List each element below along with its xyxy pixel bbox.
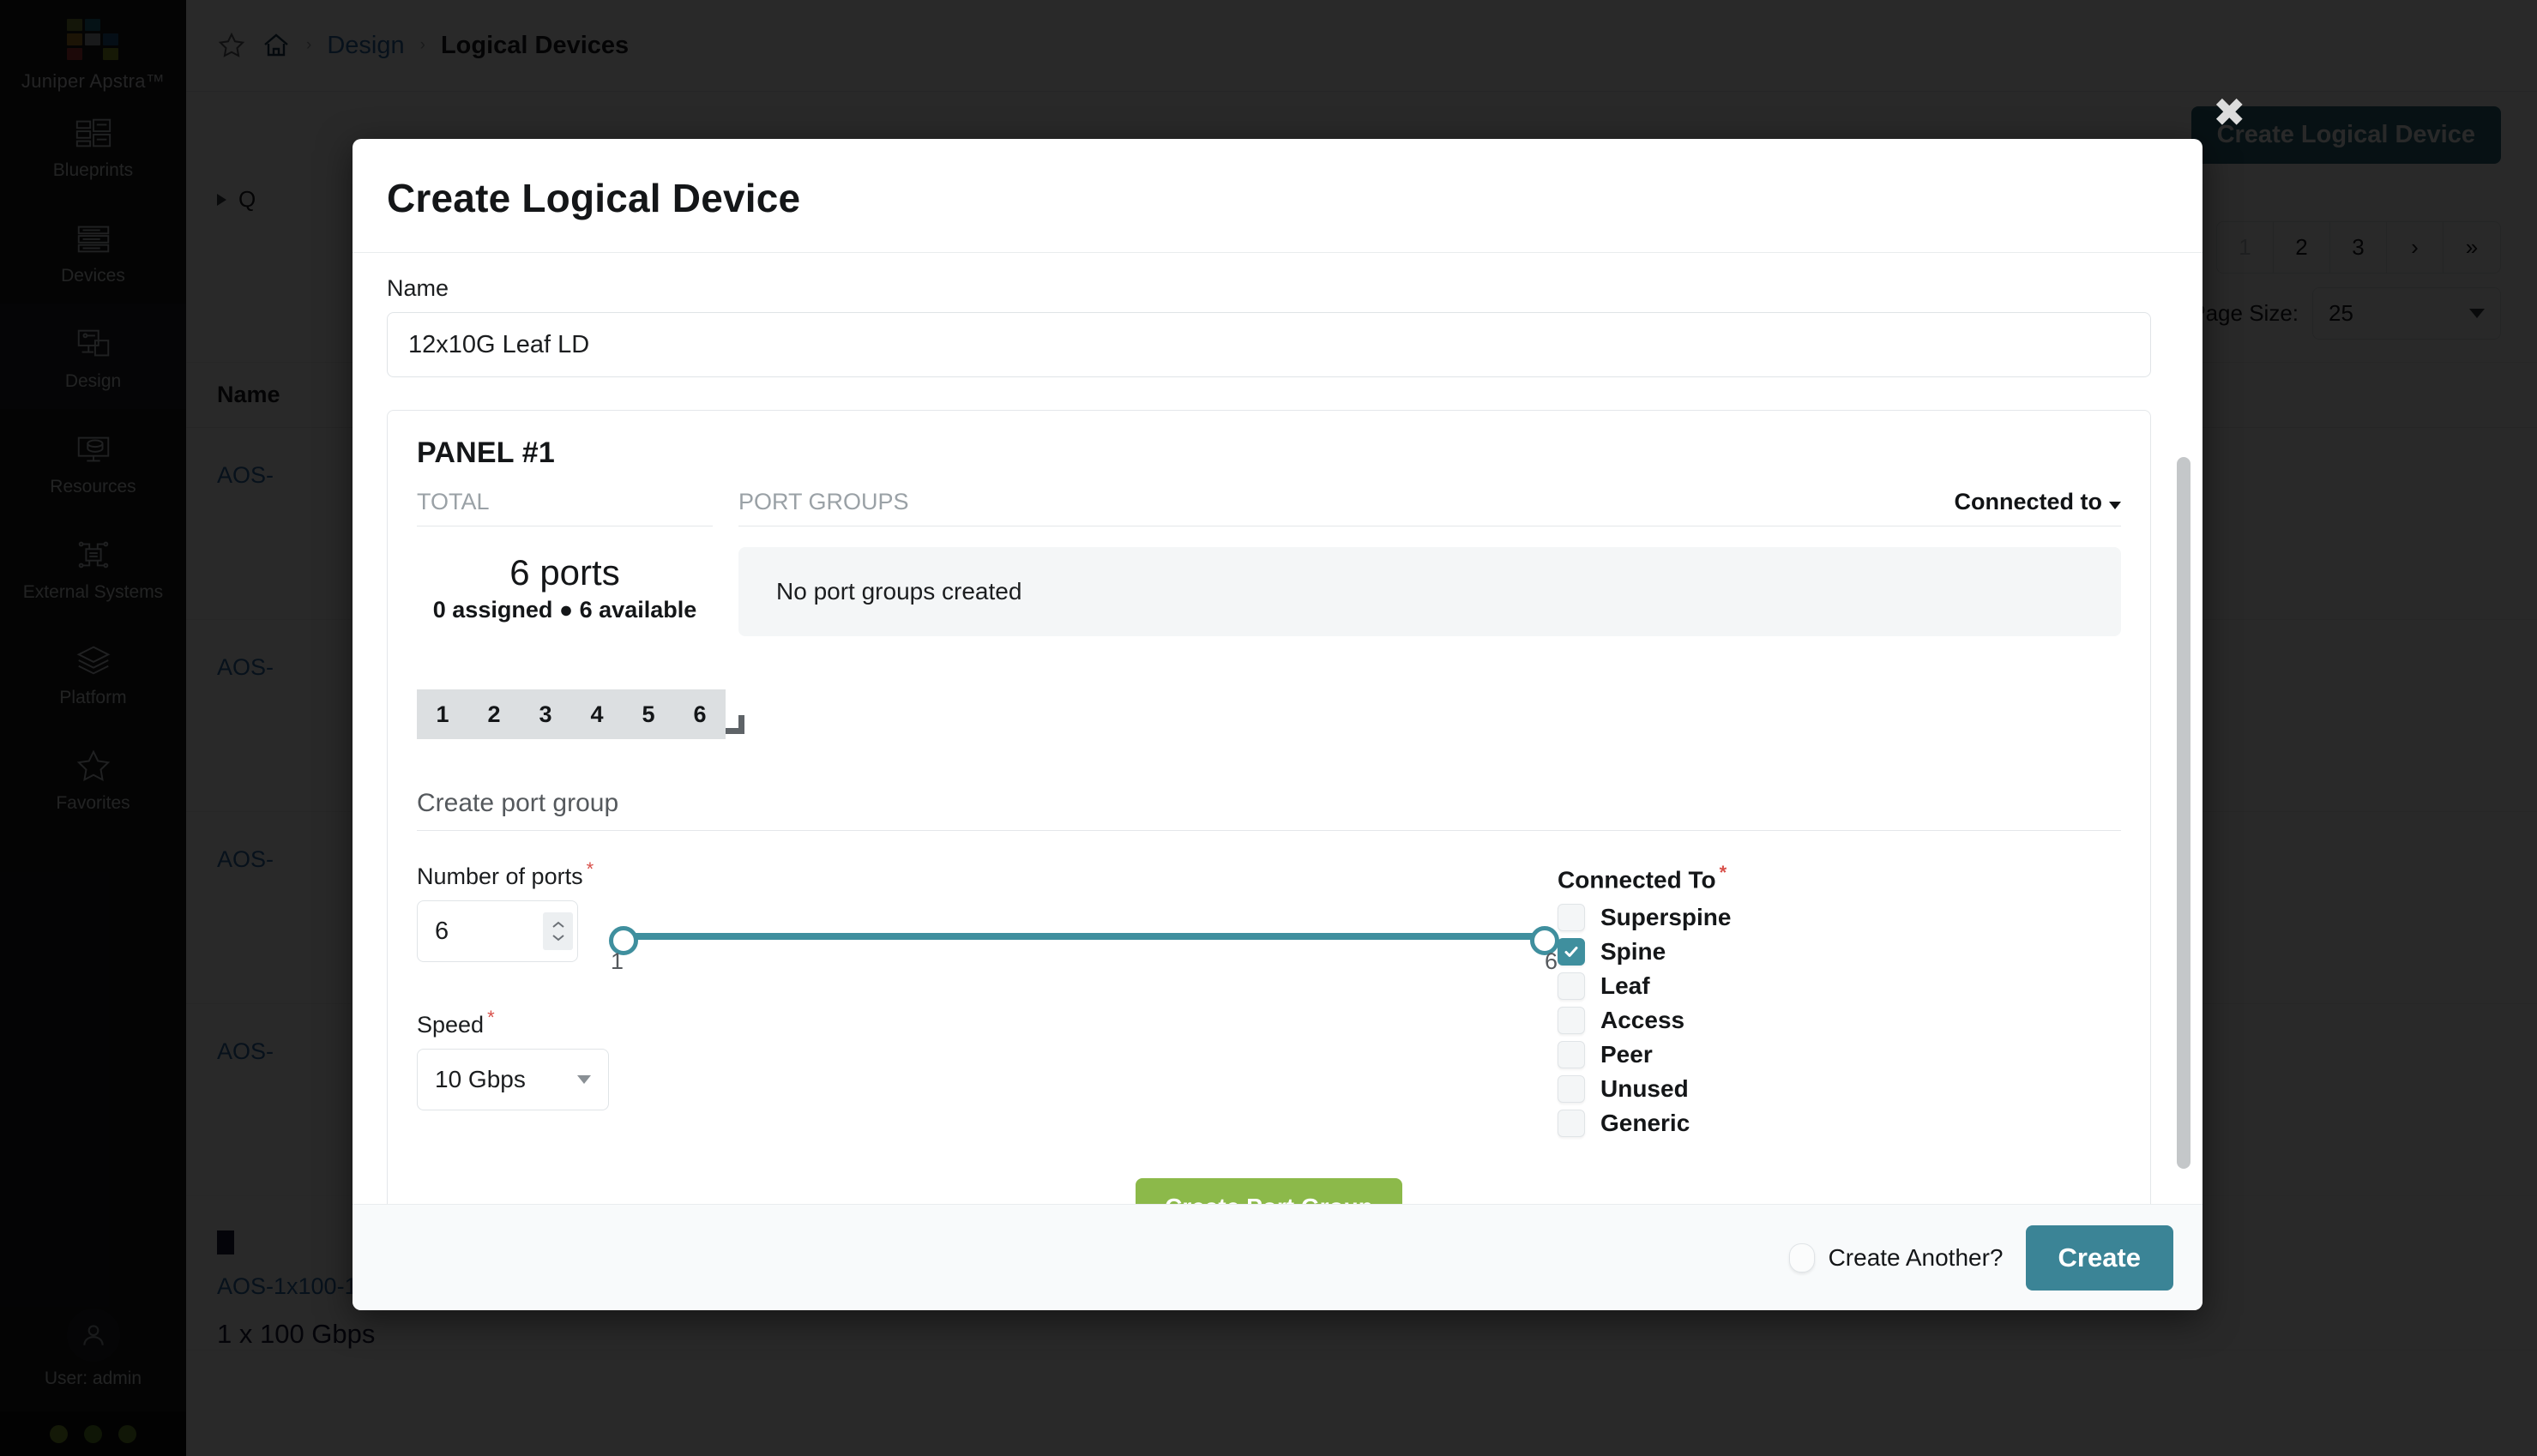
required-asterisk: * <box>1719 862 1727 883</box>
dialog-footer: Create Another? Create <box>353 1204 2203 1310</box>
checkbox-box <box>1558 938 1585 966</box>
checkbox-spine[interactable]: Spine <box>1558 935 2121 969</box>
port-group-form-left: Number of ports* 1 <box>417 858 1559 1140</box>
connected-to-label: Connected To * <box>1558 862 2121 893</box>
panel-card: PANEL #1 TOTAL 6 ports 0 assigned ● 6 av… <box>387 410 2151 1204</box>
chevron-down-icon <box>577 1075 591 1084</box>
checkbox-unused[interactable]: Unused <box>1558 1072 2121 1106</box>
checkbox-label: Generic <box>1600 1110 1690 1137</box>
port-list: 1 2 3 4 5 6 <box>417 689 726 739</box>
checkbox-box <box>1558 1041 1585 1069</box>
checkbox-label: Unused <box>1600 1075 1689 1103</box>
dialog-scroll-area: Name PANEL #1 TOTAL 6 ports 0 assigned ●… <box>353 253 2203 1204</box>
required-asterisk: * <box>487 1007 495 1028</box>
total-header: TOTAL <box>417 489 713 526</box>
number-of-ports-row: 1 6 <box>417 900 1559 974</box>
speed-label-text: Speed <box>417 1012 485 1038</box>
dialog-title: Create Logical Device <box>387 176 801 220</box>
checkbox-leaf[interactable]: Leaf <box>1558 969 2121 1003</box>
slider-track <box>619 933 1549 940</box>
port-group-form: Number of ports* 1 <box>417 858 2121 1140</box>
checkbox-box <box>1788 1242 1815 1272</box>
name-input[interactable] <box>387 312 2151 377</box>
port-cell[interactable]: 3 <box>520 689 571 739</box>
resize-handle[interactable] <box>726 715 744 734</box>
create-port-group-actions: Create Port Group <box>417 1178 2121 1204</box>
port-cell[interactable]: 5 <box>623 689 674 739</box>
port-groups-header: PORT GROUPS <box>738 489 909 514</box>
ports-range-slider[interactable]: 1 6 <box>609 919 1559 974</box>
dialog-scrollbar[interactable] <box>2177 457 2190 1169</box>
checkbox-peer[interactable]: Peer <box>1558 1038 2121 1072</box>
create-another-label: Create Another? <box>1828 1243 2004 1271</box>
create-logical-device-dialog: Create Logical Device Name PANEL #1 TOTA… <box>353 139 2203 1310</box>
checkbox-access[interactable]: Access <box>1558 1003 2121 1038</box>
section-divider <box>417 830 2121 831</box>
close-icon[interactable]: ✖ <box>2213 93 2246 132</box>
checkbox-box <box>1558 1075 1585 1104</box>
port-cell[interactable]: 6 <box>674 689 726 739</box>
connected-to-menu[interactable]: Connected to <box>1954 489 2121 515</box>
checkbox-label: Leaf <box>1600 972 1650 1000</box>
panel-title: PANEL #1 <box>417 436 555 469</box>
create-button[interactable]: Create <box>2025 1224 2173 1291</box>
create-another-checkbox[interactable]: Create Another? <box>1788 1242 2004 1272</box>
checkbox-box <box>1558 1007 1585 1035</box>
dialog-body: Name PANEL #1 TOTAL 6 ports 0 assigned ●… <box>353 252 2203 1204</box>
required-asterisk: * <box>586 858 594 880</box>
number-of-ports-label-text: Number of ports <box>417 863 583 889</box>
port-cell[interactable]: 2 <box>468 689 520 739</box>
panel-groups-column: PORT GROUPS Connected to No port groups … <box>738 489 2121 636</box>
create-port-group-title: Create port group <box>417 789 619 817</box>
checkbox-label: Spine <box>1600 938 1666 966</box>
slider-max-label: 6 <box>1544 948 1558 974</box>
create-port-group-button[interactable]: Create Port Group <box>1136 1178 1402 1204</box>
speed-value: 10 Gbps <box>435 1066 526 1092</box>
speed-label: Speed * <box>417 1007 1558 1038</box>
number-of-ports-label: Number of ports * <box>417 858 1558 890</box>
chevron-down-icon <box>2109 502 2121 509</box>
empty-port-groups-message: No port groups created <box>738 547 2121 636</box>
dialog-header: Create Logical Device <box>353 139 2203 252</box>
checkbox-label: Superspine <box>1600 904 1732 931</box>
total-ports: 6 ports <box>509 552 620 593</box>
checkbox-generic[interactable]: Generic <box>1558 1106 2121 1140</box>
slider-min-label: 1 <box>611 948 624 974</box>
port-cell[interactable]: 4 <box>571 689 623 739</box>
connected-to-menu-label: Connected to <box>1954 489 2103 514</box>
checkbox-label: Access <box>1600 1007 1685 1034</box>
port-groups-header-row: PORT GROUPS Connected to <box>738 489 2121 526</box>
checkbox-box <box>1558 904 1585 932</box>
checkbox-box <box>1558 972 1585 1001</box>
port-cell[interactable]: 1 <box>417 689 468 739</box>
checkbox-label: Peer <box>1600 1041 1653 1068</box>
panel-total-column: TOTAL 6 ports 0 assigned ● 6 available <box>417 489 713 636</box>
quantity-stepper[interactable] <box>543 912 573 950</box>
port-strip: 1 2 3 4 5 6 <box>417 689 744 739</box>
connected-to-group: Connected To * Superspine Spine Leaf Acc… <box>1558 858 2121 1140</box>
connected-to-options: Superspine Spine Leaf Access Peer Unused… <box>1558 900 2121 1140</box>
speed-select[interactable]: 10 Gbps <box>417 1049 609 1110</box>
checkbox-box <box>1558 1110 1585 1138</box>
checkbox-superspine[interactable]: Superspine <box>1558 900 2121 935</box>
panel-columns: TOTAL 6 ports 0 assigned ● 6 available P… <box>417 489 2121 636</box>
total-assigned-available: 0 assigned ● 6 available <box>432 597 697 623</box>
connected-to-label-text: Connected To <box>1558 866 1716 893</box>
name-label: Name <box>387 275 449 301</box>
